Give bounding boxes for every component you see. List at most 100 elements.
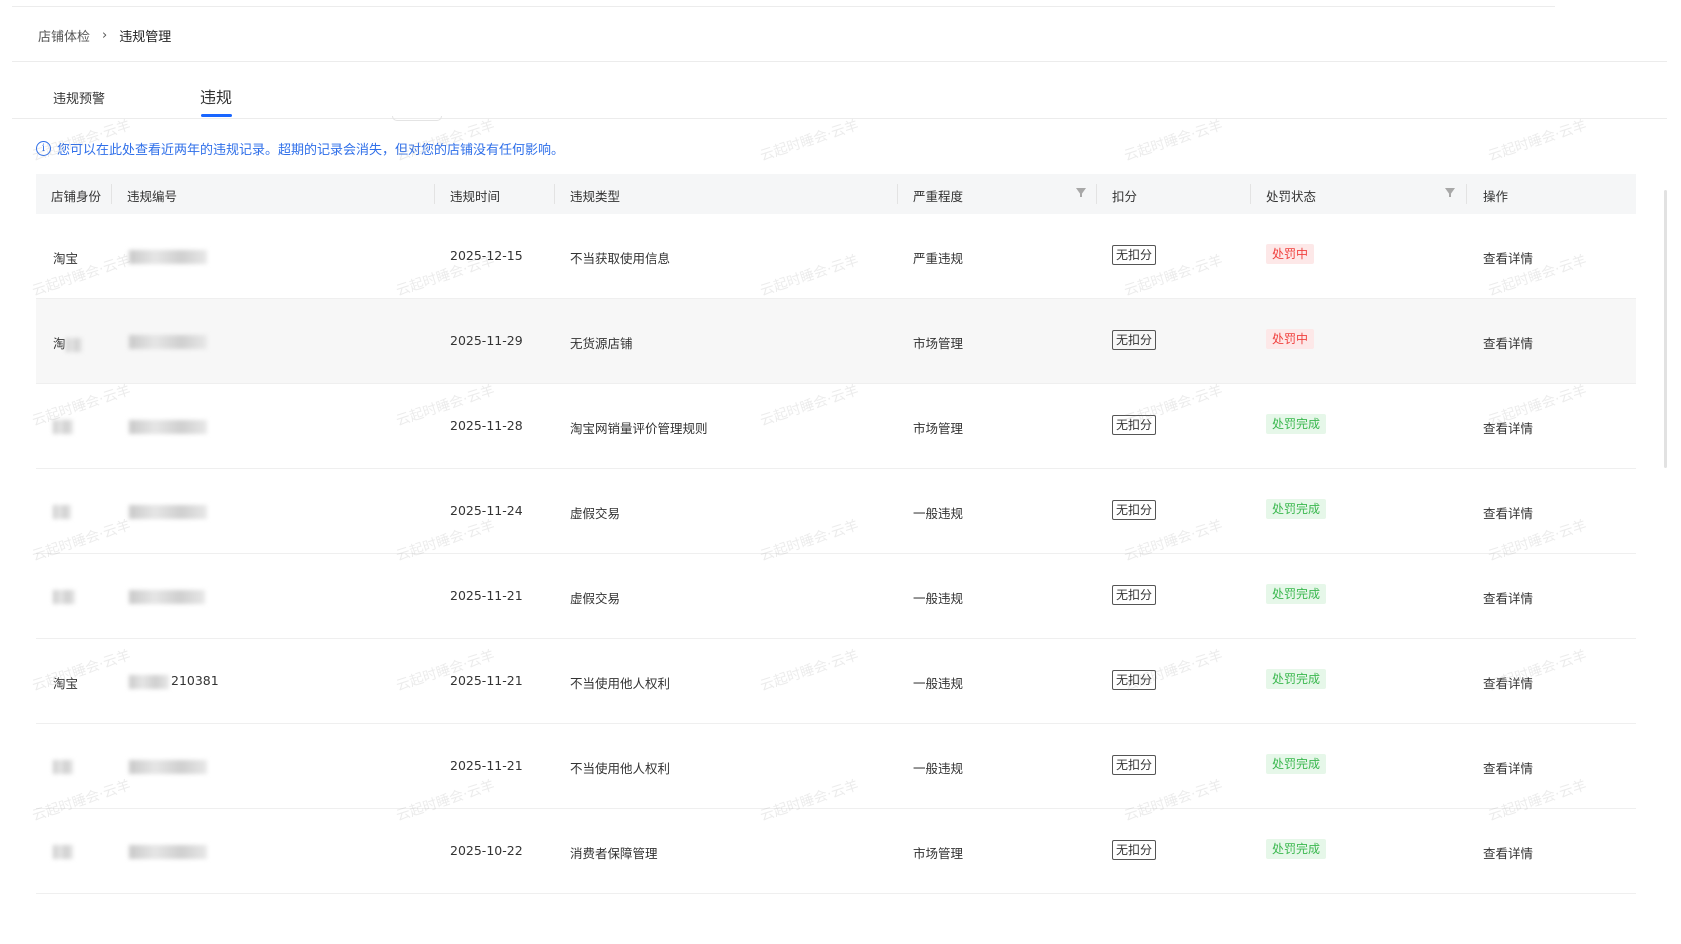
shop-text: 淘宝	[53, 251, 79, 266]
info-icon: i	[36, 141, 51, 156]
view-details-link[interactable]: 查看详情	[1483, 843, 1533, 862]
tab-violation[interactable]: 违规	[200, 84, 232, 108]
shop-cell	[53, 503, 71, 519]
breadcrumb-parent-link[interactable]: 店铺体检	[38, 26, 90, 45]
redacted-block	[129, 249, 207, 264]
violation-date: 2025-12-15	[450, 248, 523, 263]
table-body: 淘宝 2025-12-15 不当获取使用信息 严重违规 无扣分 处罚中 查看详情淘 2025-…	[36, 214, 1636, 894]
status-cell: 处罚完成	[1266, 584, 1327, 604]
watermark-text: 云起时睡会·云羊	[1486, 117, 1589, 165]
points-tag: 无扣分	[1112, 585, 1157, 605]
violation-type: 淘宝网销量评价管理规则	[570, 421, 708, 436]
chevron-right-icon: ›	[102, 28, 108, 43]
status-badge: 处罚完成	[1266, 839, 1327, 859]
status-cell: 处罚完成	[1266, 839, 1327, 859]
vertical-scrollbar[interactable]	[1664, 190, 1667, 468]
points-cell: 无扣分	[1112, 670, 1157, 690]
points-cell: 无扣分	[1112, 245, 1157, 265]
status-cell: 处罚完成	[1266, 669, 1327, 689]
shop-cell: 淘宝	[53, 673, 78, 692]
header-id: 违规编号	[127, 189, 178, 204]
violation-id-cell	[129, 503, 209, 519]
violation-id-cell	[129, 333, 209, 349]
watermark-text: 云起时睡会·云羊	[758, 117, 861, 165]
violation-type: 不当获取使用信息	[570, 251, 671, 266]
status-badge: 处罚中	[1266, 329, 1315, 349]
column-divider	[1250, 184, 1251, 204]
shop-cell: 淘宝	[53, 248, 78, 267]
table-row: 2025-11-21 虚假交易 一般违规 无扣分 处罚完成 查看详情	[36, 554, 1636, 639]
points-tag: 无扣分	[1112, 245, 1157, 265]
violation-date: 2025-11-24	[450, 503, 523, 518]
violation-date: 2025-11-21	[450, 758, 523, 773]
shop-cell: 淘	[53, 333, 82, 352]
points-cell: 无扣分	[1112, 755, 1157, 775]
severity-text: 一般违规	[913, 761, 964, 776]
view-details-link[interactable]: 查看详情	[1483, 758, 1533, 777]
active-tab-indicator	[201, 114, 232, 117]
redacted-block	[53, 419, 73, 434]
table-row: 2025-11-21 不当使用他人权利 一般违规 无扣分 处罚完成 查看详情	[36, 724, 1636, 809]
points-tag: 无扣分	[1112, 840, 1157, 860]
points-cell: 无扣分	[1112, 840, 1157, 860]
column-divider	[111, 184, 112, 204]
column-divider	[1096, 184, 1097, 204]
header-status: 处罚状态	[1266, 189, 1317, 204]
violation-date: 2025-11-21	[450, 588, 523, 603]
severity-text: 严重违规	[913, 251, 964, 266]
severity-text: 市场管理	[913, 336, 964, 351]
breadcrumb-current: 违规管理	[119, 30, 172, 45]
redacted-block	[129, 844, 207, 859]
tab-violation-warning[interactable]: 违规预警	[53, 88, 105, 107]
breadcrumb: 店铺体检 › 违规管理	[38, 26, 171, 45]
status-cell: 处罚完成	[1266, 754, 1327, 774]
table-header: 店铺身份 违规编号 违规时间 违规类型 严重程度 扣分 处罚状态 操作	[36, 174, 1636, 214]
violation-type: 消费者保障管理	[570, 846, 658, 861]
points-tag: 无扣分	[1112, 415, 1157, 435]
table-row: 淘宝 210381 2025-11-21 不当使用他人权利 一般违规 无扣分 处罚完成 查看详…	[36, 639, 1636, 724]
points-cell: 无扣分	[1112, 500, 1157, 520]
view-details-link[interactable]: 查看详情	[1483, 588, 1533, 607]
header-type: 违规类型	[570, 189, 621, 204]
view-details-link[interactable]: 查看详情	[1483, 503, 1533, 522]
violation-id-text: 210381	[171, 673, 219, 688]
redacted-block	[129, 589, 205, 604]
status-badge: 处罚完成	[1266, 669, 1327, 689]
table-row: 2025-11-28 淘宝网销量评价管理规则 市场管理 无扣分 处罚完成 查看详情	[36, 384, 1636, 469]
status-cell: 处罚中	[1266, 329, 1315, 349]
points-tag: 无扣分	[1112, 670, 1157, 690]
status-cell: 处罚完成	[1266, 414, 1327, 434]
table-row: 淘宝 2025-12-15 不当获取使用信息 严重违规 无扣分 处罚中 查看详情	[36, 214, 1636, 299]
column-divider	[554, 184, 555, 204]
violation-id-cell	[129, 588, 207, 604]
top-divider	[12, 6, 1555, 7]
view-details-link[interactable]: 查看详情	[1483, 673, 1533, 692]
violation-id-cell: 210381	[129, 673, 219, 689]
view-details-link[interactable]: 查看详情	[1483, 248, 1533, 267]
header-points: 扣分	[1112, 189, 1138, 204]
points-tag: 无扣分	[1112, 500, 1157, 520]
violation-id-cell	[129, 843, 209, 859]
violation-table: 店铺身份 违规编号 违规时间 违规类型 严重程度 扣分 处罚状态 操作 淘宝 20…	[36, 174, 1636, 894]
redacted-block	[53, 589, 75, 604]
header-severity: 严重程度	[913, 189, 964, 204]
violation-type: 不当使用他人权利	[570, 676, 671, 691]
view-details-link[interactable]: 查看详情	[1483, 418, 1533, 437]
points-cell: 无扣分	[1112, 585, 1157, 605]
points-tag: 无扣分	[1112, 330, 1157, 350]
shop-cell	[53, 758, 73, 774]
severity-filter-icon[interactable]	[1076, 188, 1086, 197]
view-details-link[interactable]: 查看详情	[1483, 333, 1533, 352]
page: 店铺体检 › 违规管理 违规预警 违规 i 您可以在此处查看近两年的违规记录。超…	[0, 0, 1681, 944]
redacted-block	[129, 759, 207, 774]
violation-date: 2025-11-21	[450, 673, 523, 688]
tab-bar: 违规预警 违规	[12, 76, 1667, 121]
redacted-block	[53, 759, 73, 774]
severity-text: 一般违规	[913, 676, 964, 691]
status-filter-icon[interactable]	[1445, 188, 1455, 197]
notice-text: 您可以在此处查看近两年的违规记录。超期的记录会消失，但对您的店铺没有任何影响。	[57, 143, 565, 158]
info-notice: i 您可以在此处查看近两年的违规记录。超期的记录会消失，但对您的店铺没有任何影响…	[36, 139, 564, 158]
status-cell: 处罚中	[1266, 244, 1315, 264]
severity-text: 市场管理	[913, 846, 964, 861]
redacted-block	[53, 504, 71, 519]
